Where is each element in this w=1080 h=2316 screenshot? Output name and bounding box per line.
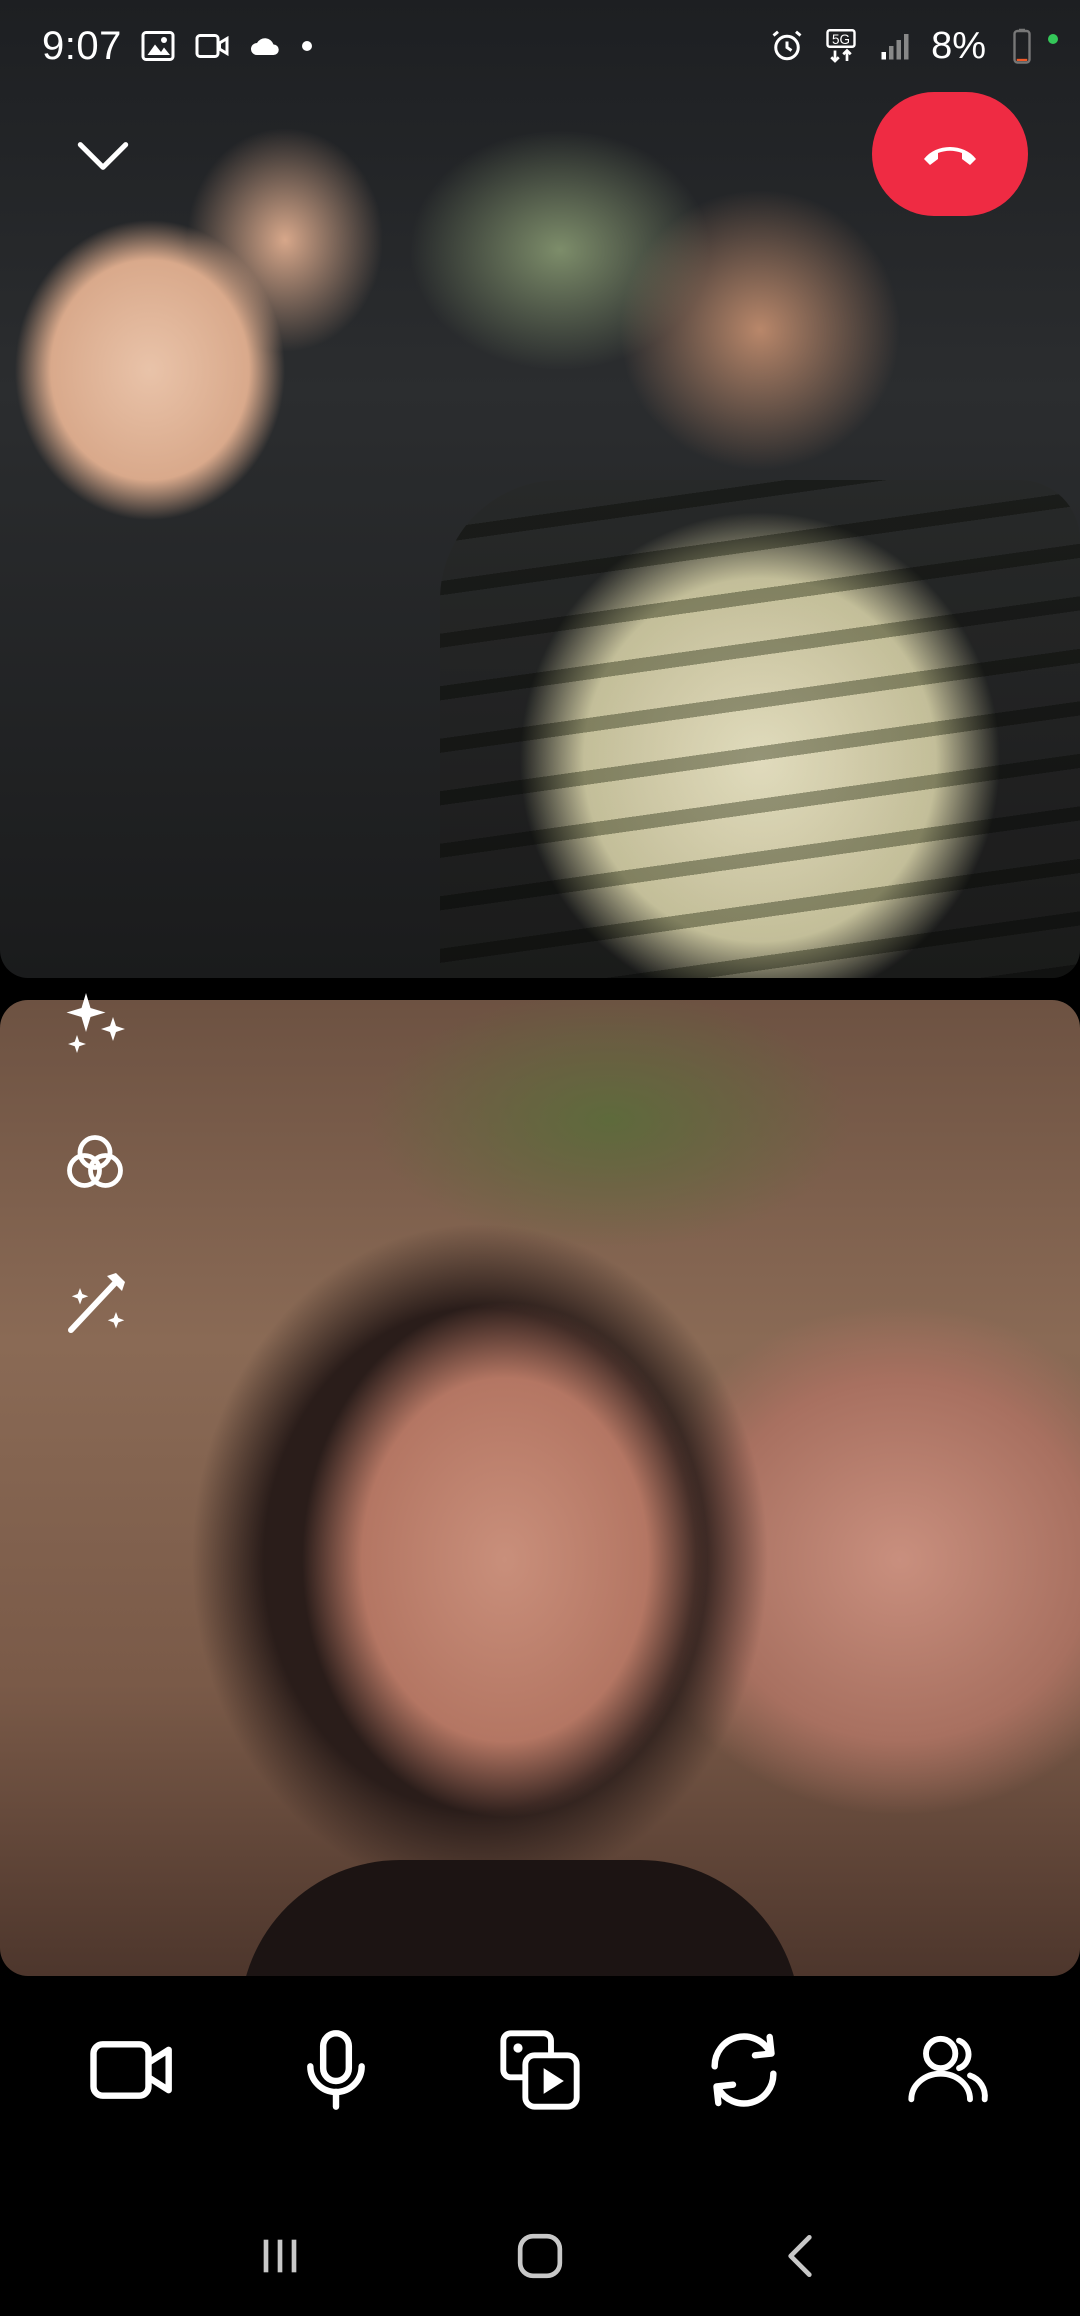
share-media-button[interactable] bbox=[492, 2022, 588, 2118]
local-video-tile[interactable] bbox=[0, 1000, 1080, 1976]
battery-fill bbox=[1016, 58, 1028, 61]
participants-button[interactable] bbox=[900, 2022, 996, 2118]
microphone-toggle-button[interactable] bbox=[288, 2022, 384, 2118]
video-call-screen: 9:07 5G 8% bbox=[0, 0, 1080, 2316]
effects-toolbar bbox=[55, 985, 135, 1341]
recents-icon bbox=[263, 2239, 297, 2273]
camera-icon bbox=[90, 2041, 172, 2099]
microphone-icon bbox=[307, 2030, 365, 2110]
end-call-button[interactable] bbox=[872, 92, 1028, 216]
share-media-icon bbox=[500, 2030, 580, 2110]
filters-button[interactable] bbox=[57, 1125, 133, 1201]
status-bar: 9:07 5G 8% bbox=[0, 0, 1080, 92]
back-button[interactable] bbox=[755, 2211, 845, 2301]
collapse-button[interactable] bbox=[66, 126, 140, 186]
chevron-down-icon bbox=[77, 142, 129, 170]
gallery-icon bbox=[140, 28, 176, 64]
camera-toggle-button[interactable] bbox=[84, 2022, 180, 2118]
magic-wand-icon bbox=[68, 1273, 125, 1333]
participants-icon bbox=[908, 2035, 988, 2103]
status-left: 9:07 bbox=[42, 24, 312, 69]
dot-icon bbox=[301, 41, 312, 51]
5g-data-icon: 5G bbox=[823, 28, 859, 64]
call-controls bbox=[0, 2010, 1080, 2130]
status-time: 9:07 bbox=[42, 23, 122, 68]
local-video-detail bbox=[240, 1860, 800, 1976]
privacy-indicator bbox=[1048, 33, 1058, 44]
home-button[interactable] bbox=[495, 2211, 585, 2301]
back-icon bbox=[788, 2235, 812, 2277]
cloud-icon bbox=[248, 28, 284, 64]
remote-video-tile[interactable] bbox=[0, 0, 1080, 978]
battery-icon bbox=[1004, 28, 1040, 64]
alarm-icon bbox=[769, 28, 805, 64]
remote-video-detail bbox=[440, 480, 1080, 978]
network-label: 5G bbox=[832, 32, 850, 47]
filters-icon bbox=[67, 1135, 123, 1188]
recents-button[interactable] bbox=[235, 2211, 325, 2301]
system-nav-bar bbox=[0, 2196, 1080, 2316]
sparkles-button[interactable] bbox=[57, 985, 133, 1061]
flip-camera-icon bbox=[711, 2033, 777, 2107]
battery-percent: 8% bbox=[931, 24, 986, 67]
video-recorder-icon bbox=[194, 28, 230, 64]
magic-wand-button[interactable] bbox=[57, 1265, 133, 1341]
flip-camera-button[interactable] bbox=[696, 2022, 792, 2118]
signal-icon bbox=[877, 28, 913, 64]
hang-up-icon bbox=[924, 147, 976, 165]
sparkles-icon bbox=[66, 993, 125, 1053]
home-icon bbox=[517, 2233, 563, 2279]
status-right: 5G 8% bbox=[769, 25, 1058, 68]
